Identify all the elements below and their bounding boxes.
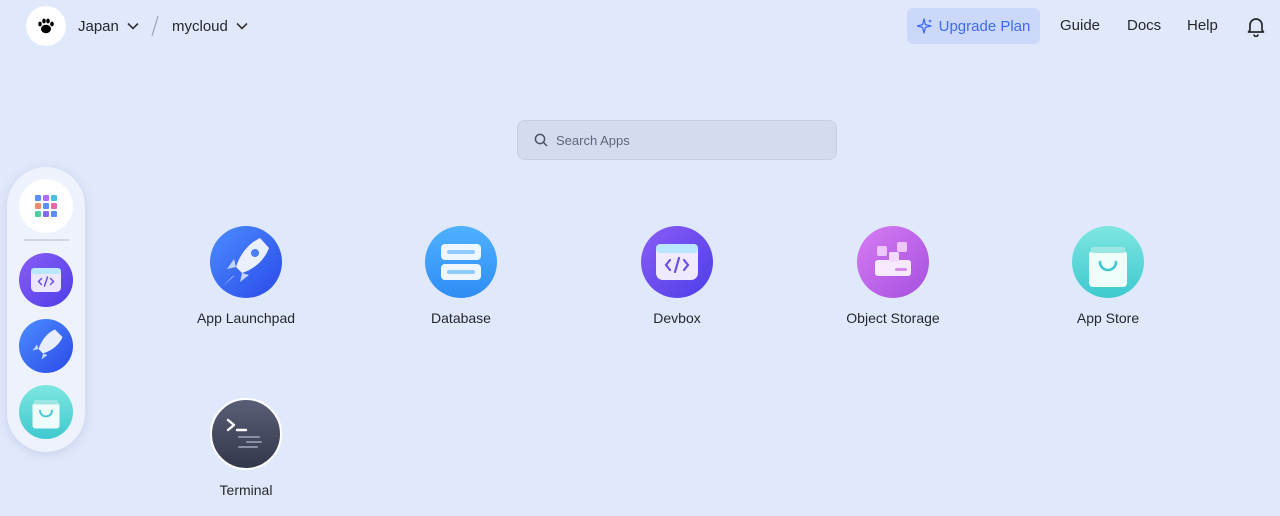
rocket-icon bbox=[210, 226, 282, 298]
logo[interactable] bbox=[26, 6, 66, 46]
app-label: Object Storage bbox=[846, 310, 940, 326]
terminal-icon bbox=[210, 398, 282, 470]
dock-app-store-button[interactable] bbox=[19, 385, 73, 439]
search-bar[interactable] bbox=[517, 120, 837, 160]
paw-logo-icon bbox=[38, 18, 54, 34]
devbox-icon bbox=[19, 253, 73, 307]
breadcrumb-separator bbox=[151, 15, 159, 37]
upgrade-plan-button[interactable]: Upgrade Plan bbox=[907, 8, 1040, 44]
app-tile-terminal[interactable]: Terminal bbox=[166, 398, 326, 508]
app-tile-devbox[interactable]: Devbox bbox=[597, 226, 757, 336]
app-tile-database[interactable]: Database bbox=[381, 226, 541, 336]
upgrade-plan-label: Upgrade Plan bbox=[938, 17, 1031, 35]
app-label: Terminal bbox=[219, 482, 273, 498]
apps-grid-icon bbox=[35, 195, 57, 217]
app-dock bbox=[7, 167, 85, 452]
notification-bell-icon[interactable] bbox=[1245, 15, 1267, 37]
search-input[interactable] bbox=[556, 132, 816, 148]
region-label: Japan bbox=[78, 17, 119, 35]
devbox-icon bbox=[641, 226, 713, 298]
app-tile-object-storage[interactable]: Object Storage bbox=[813, 226, 973, 336]
chevron-down-icon bbox=[127, 22, 139, 30]
region-selector[interactable]: Japan bbox=[78, 16, 139, 36]
shopping-bag-icon bbox=[1072, 226, 1144, 298]
database-icon bbox=[425, 226, 497, 298]
rocket-icon bbox=[19, 319, 73, 373]
guide-link[interactable]: Guide bbox=[1060, 16, 1100, 36]
sparkle-icon bbox=[916, 18, 932, 34]
object-storage-icon bbox=[857, 226, 929, 298]
shopping-bag-icon bbox=[19, 385, 73, 439]
workspace-selector[interactable]: mycloud bbox=[172, 16, 248, 36]
dock-devbox-button[interactable] bbox=[19, 253, 73, 307]
app-tile-app-store[interactable]: App Store bbox=[1028, 226, 1188, 336]
app-label: Devbox bbox=[653, 310, 701, 326]
top-bar: Japan mycloud Upgrade Plan Guide Docs He… bbox=[0, 0, 1280, 52]
app-label: App Store bbox=[1076, 310, 1140, 326]
workspace-label: mycloud bbox=[172, 17, 228, 35]
dock-app-launchpad-button[interactable] bbox=[19, 319, 73, 373]
app-label: App Launchpad bbox=[196, 310, 296, 326]
search-icon bbox=[534, 133, 548, 147]
docs-link[interactable]: Docs bbox=[1127, 16, 1161, 36]
chevron-down-icon bbox=[236, 22, 248, 30]
app-label: Database bbox=[431, 310, 491, 326]
dock-apps-grid-button[interactable] bbox=[19, 179, 73, 233]
help-link[interactable]: Help bbox=[1187, 16, 1218, 36]
dock-divider bbox=[24, 239, 69, 241]
app-tile-app-launchpad[interactable]: App Launchpad bbox=[166, 226, 326, 336]
